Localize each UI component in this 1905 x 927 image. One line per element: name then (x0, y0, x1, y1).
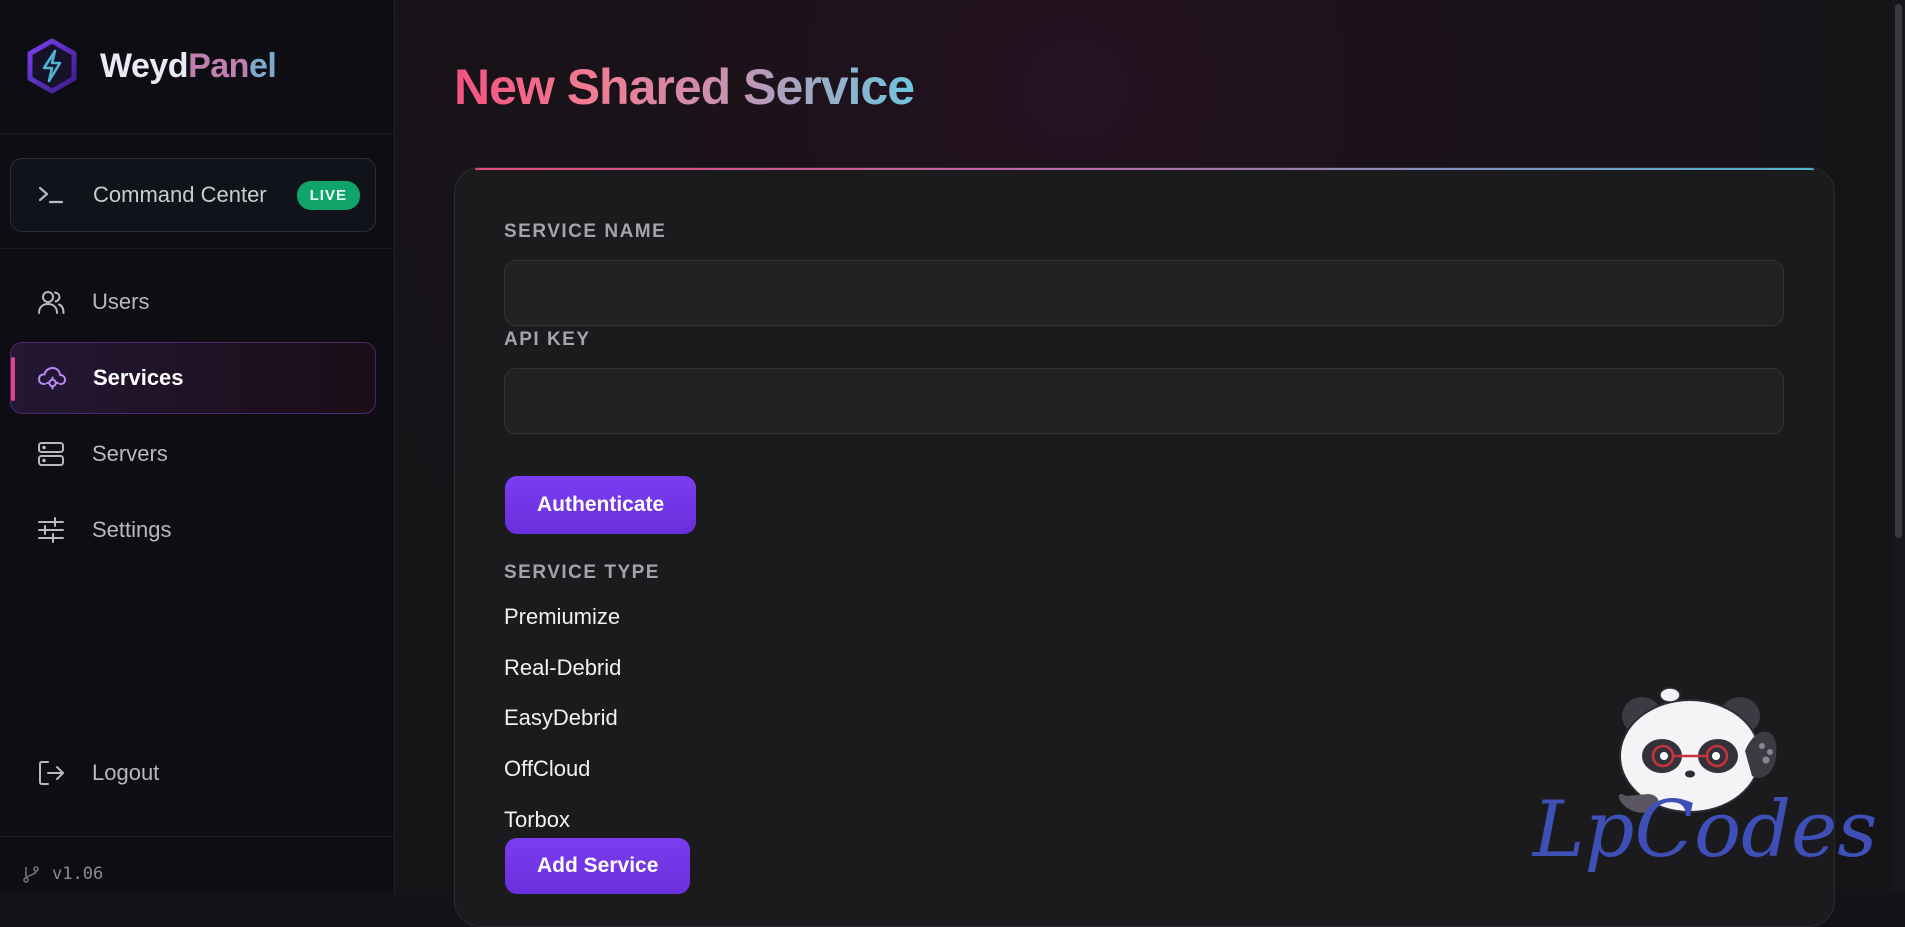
server-icon (38, 442, 64, 466)
lightning-hexagon-icon (27, 38, 77, 94)
lpcodes-watermark: LpCodes (1531, 687, 1878, 875)
watermark-text: LpCodes (1531, 785, 1878, 875)
version-label: v1.06 (52, 864, 104, 884)
authenticate-button[interactable]: Authenticate (505, 476, 697, 534)
service-type-option-real-debrid[interactable]: Real-Debrid (504, 655, 621, 681)
sidebar-item-label: Users (92, 289, 150, 314)
service-type-option-easydebrid[interactable]: EasyDebrid (504, 705, 618, 731)
sidebar-item-settings[interactable]: Settings (10, 494, 376, 566)
api-key-input[interactable] (504, 368, 1784, 434)
sidebar: WeydPanel Command Center LIVE Users Serv… (0, 0, 395, 893)
users-icon (38, 291, 65, 314)
brand-name-part1: Weyd (100, 46, 189, 85)
live-badge: LIVE (296, 180, 360, 210)
scrollbar-thumb[interactable] (1895, 4, 1902, 538)
sliders-icon (38, 517, 64, 543)
sidebar-item-users[interactable]: Users (10, 266, 376, 338)
add-service-button[interactable]: Add Service (505, 838, 691, 894)
sidebar-divider (0, 248, 395, 249)
sidebar-item-label: Servers (92, 441, 168, 466)
service-type-option-offcloud[interactable]: OffCloud (504, 756, 590, 782)
command-center-button[interactable]: Command Center LIVE (10, 158, 376, 232)
sidebar-item-services[interactable]: Services (10, 342, 376, 414)
service-name-input[interactable] (504, 260, 1784, 326)
page-title: New Shared Service (454, 59, 915, 115)
sidebar-item-servers[interactable]: Servers (10, 418, 376, 490)
logout-icon (39, 761, 64, 785)
sidebar-item-label: Settings (92, 517, 172, 542)
git-branch-icon (23, 866, 39, 883)
sidebar-item-label: Services (93, 365, 184, 390)
sidebar-divider (0, 133, 395, 134)
api-key-label: API KEY (504, 329, 591, 350)
terminal-prompt-icon (38, 186, 64, 204)
version-info: v1.06 (22, 864, 103, 884)
service-type-option-premiumize[interactable]: Premiumize (504, 604, 620, 630)
cloud-gear-icon (38, 367, 66, 390)
brand-name: WeydPanel (100, 46, 277, 86)
command-center-label: Command Center (93, 182, 267, 207)
service-name-label: SERVICE NAME (504, 221, 667, 242)
sidebar-divider (0, 836, 395, 837)
brand-name-part3: el (248, 46, 277, 85)
page-scrollbar[interactable] (1892, 0, 1905, 893)
brand-name-part2: Pan (188, 46, 249, 85)
logout-button[interactable]: Logout (10, 737, 376, 809)
logout-label: Logout (92, 760, 160, 785)
brand[interactable]: WeydPanel (26, 38, 277, 94)
service-type-label: SERVICE TYPE (504, 562, 660, 583)
service-type-option-torbox[interactable]: Torbox (504, 807, 570, 833)
